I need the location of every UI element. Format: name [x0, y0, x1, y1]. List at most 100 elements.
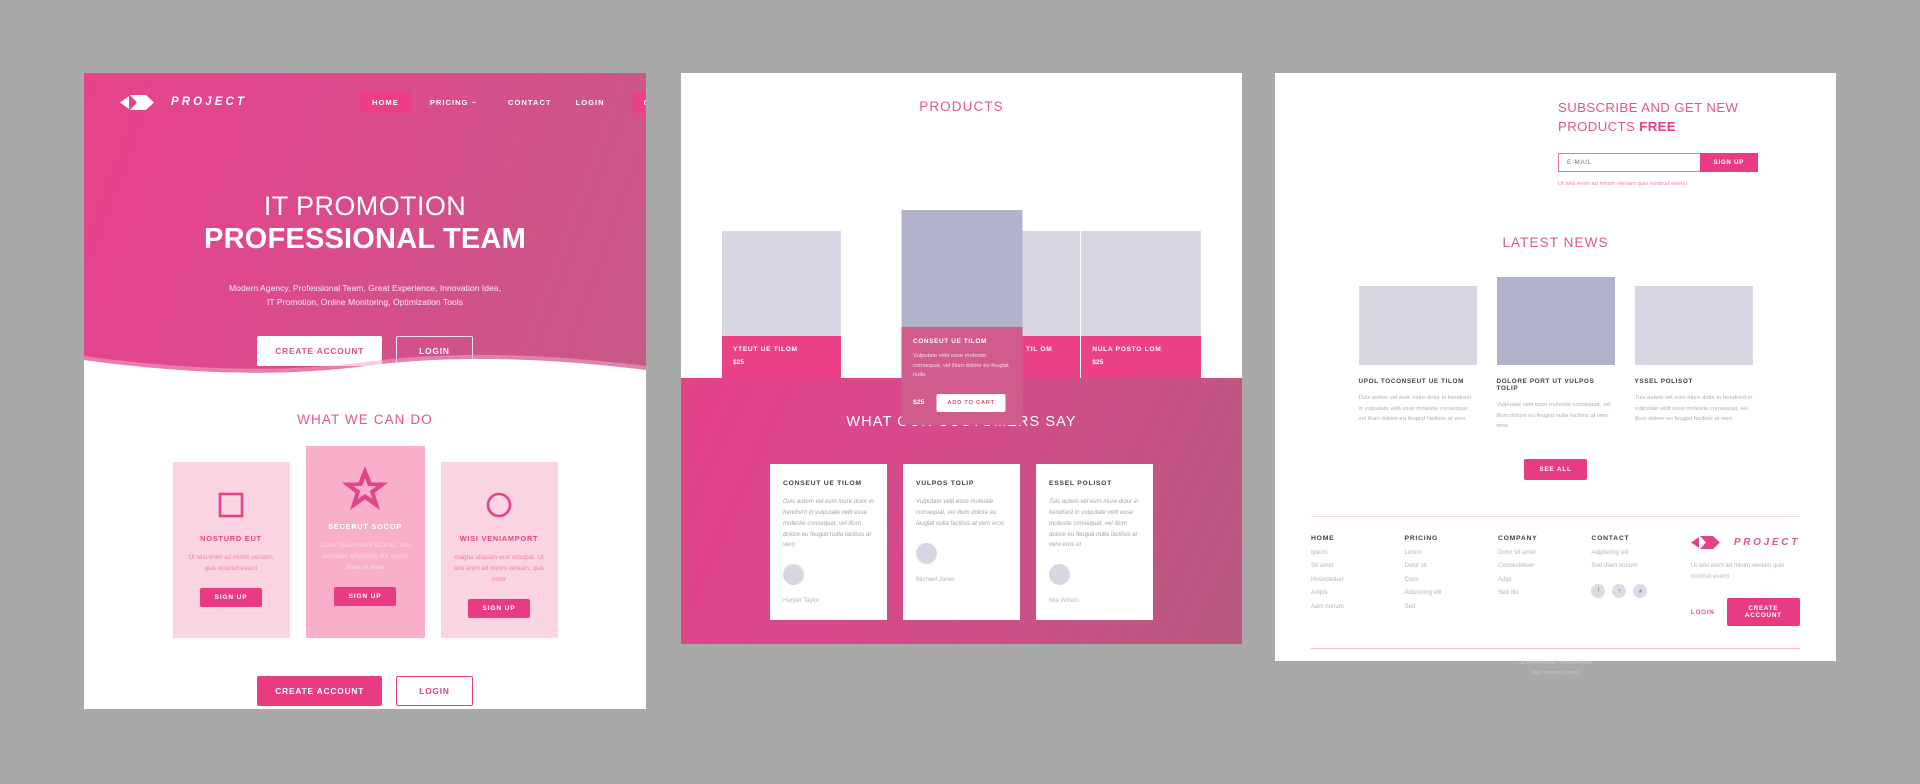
nav-item-home[interactable]: HOME: [360, 91, 411, 113]
news-card-2[interactable]: DOLORE PORT UT VULPOS TOLIP Vulputate ve…: [1496, 277, 1615, 431]
subscribe-heading: SUBSCRIBE AND GET NEW PRODUCTS FREE: [1558, 99, 1776, 136]
service-cards: NOSTURD EUT Ut wisi enim ad minim veniam…: [84, 446, 646, 639]
footer-logo[interactable]: PROJECT: [1690, 535, 1800, 550]
testimonial-card-1-quote: Duis autem vel eum iriure dolor in hendr…: [783, 498, 874, 549]
square-social-icon[interactable]: ▪: [1612, 584, 1627, 599]
footer-link[interactable]: Dolor sit: [1404, 562, 1497, 569]
footer-link[interactable]: Adipis: [1311, 589, 1404, 596]
footer-link[interactable]: Dolor sit amet: [1498, 549, 1591, 556]
nav-item-contact[interactable]: CONTACT: [496, 92, 564, 113]
footer-link[interactable]: Cons: [1404, 576, 1497, 583]
facebook-icon[interactable]: f: [1591, 584, 1606, 599]
footer-columns: HOME Ipsum Sit amet Hnsectetuer Adipis A…: [1311, 517, 1801, 627]
product-image-placeholder: [1081, 231, 1201, 336]
footer-link[interactable]: Aam nonum: [1311, 603, 1404, 610]
arrow-badge-logo-icon: [1690, 535, 1727, 550]
footer-link[interactable]: Adipi: [1498, 576, 1591, 583]
footer-column-pricing-heading: PRICING: [1404, 535, 1439, 543]
testimonial-card-2-author: Michael Jones: [916, 575, 955, 583]
footer-copyright: Ut wisi enim ad minim veniam quis nostru…: [1311, 659, 1800, 678]
footer-column-home: HOME Ipsum Sit amet Hnsectetuer Adipis A…: [1311, 535, 1404, 626]
footer-link[interactable]: Lorem: [1404, 549, 1497, 556]
landing-page-panel: PROJECT HOME PRICING ~ CONTACT LOGIN CRE…: [84, 73, 646, 709]
products-title: PRODUCTS: [919, 99, 1004, 114]
testimonial-card-2-heading: VULPOS TOLIP: [916, 480, 975, 487]
service-card-3[interactable]: WISI VENIAMPORT magna aliquam erat volut…: [440, 462, 558, 639]
footer-link[interactable]: Ipsum: [1311, 549, 1404, 556]
add-to-cart-button[interactable]: ADD TO CART: [936, 393, 1006, 412]
footer-link[interactable]: Sed dio: [1498, 589, 1591, 596]
avatar: [916, 542, 937, 564]
product-card-1-price: $25: [733, 359, 745, 366]
star-social-icon[interactable]: ★: [1633, 584, 1648, 599]
brand-logo[interactable]: PROJECT: [120, 94, 247, 111]
service-card-1-text: Ut wisi enim ad minim veniam, quis nostr…: [188, 554, 274, 573]
arrow-badge-logo-icon: [120, 94, 162, 111]
subscribe-signup-button[interactable]: SIGN UP: [1699, 153, 1758, 173]
service-card-2[interactable]: SECERUT SOCOP Lorem ipsum dolor sit amet…: [305, 446, 425, 639]
featured-product-description: Vulputate velit esse molestie consequat,…: [913, 353, 1009, 379]
testimonial-card-2: VULPOS TOLIP Vulputate velit esse molest…: [903, 464, 1020, 621]
testimonial-card-1-author: Harper Taylor: [783, 597, 820, 605]
footer-column-contact-heading: CONTACT: [1591, 535, 1630, 543]
email-input[interactable]: [1558, 153, 1700, 173]
footer-copyright-line-1: Ut wisi enim ad minim veniam: [1519, 660, 1592, 667]
subscribe-heading-emphasis: FREE: [1639, 118, 1677, 134]
service-card-2-signup-button[interactable]: SIGN UP: [334, 587, 396, 607]
news-card-3[interactable]: YSSEL POLISOT Tuis autem vel eum iriure …: [1634, 286, 1753, 431]
bottom-login-button[interactable]: LOGIN: [396, 676, 473, 707]
service-card-3-text: magna aliquam erat volutpat. Ut wisi eni…: [453, 554, 545, 584]
news-card-1[interactable]: UPOL TOCONSEUT UE TILOM Duis autem vel e…: [1358, 286, 1477, 431]
services-section: WHAT WE CAN DO NOSTURD EUT Ut wisi enim …: [84, 376, 646, 707]
hero-subtitle: Modern Agency, Professional Team, Great …: [84, 282, 646, 310]
hero-section: PROJECT HOME PRICING ~ CONTACT LOGIN CRE…: [84, 73, 646, 376]
product-card-1[interactable]: YTEUT UE TILOM $25: [722, 231, 842, 380]
news-card-3-heading: YSSEL POLISOT: [1634, 378, 1693, 386]
nav-create-account-button[interactable]: CREATE ACCOUNT: [632, 91, 646, 113]
nav-item-pricing[interactable]: PRICING ~: [418, 92, 489, 113]
news-card-1-text: Duis autem vel eum iriure dolor in hendr…: [1358, 395, 1472, 423]
see-all-button[interactable]: SEE ALL: [1524, 459, 1587, 481]
services-title: WHAT WE CAN DO: [297, 412, 433, 427]
footer-actions: LOGIN CREATE ACCOUNT: [1691, 598, 1801, 627]
avatar: [1049, 564, 1070, 586]
featured-product-name: CONSEUT UE TILOM: [913, 338, 987, 345]
testimonial-card-3-heading: ESSEL POLISOT: [1049, 480, 1112, 487]
news-image-placeholder: [1496, 277, 1615, 366]
service-card-2-text: Lorem ipsum dolor sit amet, con sectetue…: [320, 542, 410, 572]
featured-product-card[interactable]: CONSEUT UE TILOM Vulputate velit esse mo…: [901, 210, 1022, 425]
footer-link[interactable]: Sit amet: [1311, 562, 1404, 569]
service-card-1-signup-button[interactable]: SIGN UP: [200, 588, 262, 608]
avatar: [783, 564, 804, 586]
nav-actions: LOGIN CREATE ACCOUNT: [564, 91, 646, 113]
testimonial-card-1-heading: CONSEUT UE TILOM: [783, 480, 862, 487]
hero-subtitle-line-1: Modern Agency, Professional Team, Great …: [229, 283, 501, 294]
footer: HOME Ipsum Sit amet Hnsectetuer Adipis A…: [1275, 516, 1836, 677]
footer-login-link[interactable]: LOGIN: [1691, 609, 1715, 616]
footer-link[interactable]: Hnsectetuer: [1311, 576, 1404, 583]
bottom-create-account-button[interactable]: CREATE ACCOUNT: [257, 676, 383, 707]
news-card-3-text: Tuis autem vel eum iriure dolor in hendr…: [1634, 395, 1753, 423]
footer-column-company: COMPANY Dolor sit amet Consectetuer Adip…: [1498, 535, 1591, 626]
product-card-3[interactable]: NULA POSTO LOM $25: [1081, 231, 1201, 380]
service-card-3-signup-button[interactable]: SIGN UP: [468, 599, 530, 619]
footer-link[interactable]: Adipiscing elit: [1404, 589, 1497, 596]
square-icon: [184, 484, 279, 526]
footer-brand-text: Ut wisi enim ad minim veniam quis nostru…: [1690, 562, 1785, 580]
news-image-placeholder: [1634, 286, 1753, 366]
hero-subtitle-line-2: IT Promotion, Online Monitoring, Optimiz…: [267, 297, 463, 308]
featured-product-price: $25: [913, 399, 925, 407]
product-card-3-price: $25: [1092, 359, 1104, 366]
service-card-3-title: WISI VENIAMPORT: [459, 534, 539, 543]
footer-copyright-line-2: quis nostrud exerci: [1532, 669, 1579, 676]
news-card-2-text: Vulputate velit esse molestie consequat,…: [1496, 402, 1611, 430]
service-card-1[interactable]: NOSTURD EUT Ut wisi enim ad minim veniam…: [172, 462, 290, 639]
footer-link[interactable]: Sed: [1404, 603, 1497, 610]
footer-link[interactable]: Consectetuer: [1498, 562, 1591, 569]
footer-link[interactable]: Adipiscing elit: [1591, 549, 1684, 556]
footer-link[interactable]: Sed diam nonum: [1591, 562, 1684, 569]
nav-login-link[interactable]: LOGIN: [564, 92, 617, 113]
testimonial-card-1: CONSEUT UE TILOM Duis autem vel eum iriu…: [770, 464, 887, 621]
footer-create-account-button[interactable]: CREATE ACCOUNT: [1726, 598, 1801, 627]
footer-column-pricing: PRICING Lorem Dolor sit Cons Adipiscing …: [1404, 535, 1497, 626]
